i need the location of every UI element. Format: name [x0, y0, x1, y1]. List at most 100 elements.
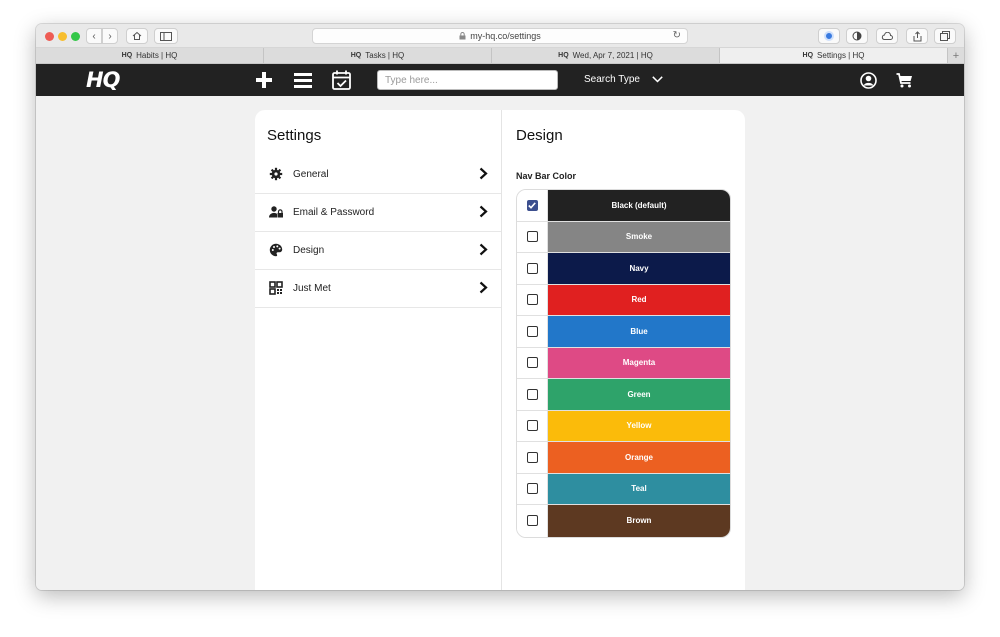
- maximize-window-button[interactable]: [71, 32, 80, 41]
- nav-bar-color-label: Nav Bar Color: [516, 171, 577, 181]
- color-swatch[interactable]: Smoke: [548, 221, 730, 252]
- color-option-row[interactable]: Smoke: [517, 221, 730, 253]
- sidebar-toggle-button[interactable]: [154, 28, 178, 44]
- color-name: Blue: [630, 326, 648, 336]
- color-checkbox[interactable]: [526, 420, 538, 432]
- calendar-button[interactable]: [331, 69, 351, 91]
- color-checkbox[interactable]: [526, 231, 538, 243]
- color-option-row[interactable]: Green: [517, 379, 730, 411]
- close-window-button[interactable]: [45, 32, 54, 41]
- color-checkbox-cell: [517, 347, 548, 378]
- color-swatch[interactable]: Magenta: [548, 347, 730, 378]
- hq-logo[interactable]: HQ: [86, 68, 120, 92]
- color-checkbox[interactable]: [526, 325, 538, 337]
- settings-title: Settings: [267, 127, 322, 144]
- hq-favicon-icon: HQ: [350, 52, 362, 59]
- color-checkbox[interactable]: [526, 262, 538, 274]
- hq-favicon-icon: HQ: [802, 52, 814, 59]
- color-checkbox-cell: [517, 473, 548, 504]
- add-button[interactable]: [256, 69, 272, 91]
- color-swatch[interactable]: Brown: [548, 505, 730, 537]
- color-swatch[interactable]: Black (default): [548, 190, 730, 221]
- menu-item-label: Design: [293, 245, 325, 256]
- reload-icon[interactable]: ↻: [673, 30, 681, 41]
- color-checkbox-cell: [517, 284, 548, 315]
- address-bar[interactable]: my-hq.co/settings ↻: [312, 28, 688, 44]
- settings-item-general[interactable]: General: [255, 156, 501, 194]
- color-checkbox[interactable]: [526, 199, 538, 211]
- browser-tab-tasks[interactable]: HQ Tasks | HQ: [264, 48, 492, 63]
- color-checkbox-cell: [517, 190, 548, 221]
- menu-icon: [294, 72, 312, 88]
- color-checkbox[interactable]: [526, 294, 538, 306]
- search-type-dropdown[interactable]: Search Type: [584, 74, 663, 85]
- new-tab-button[interactable]: +: [948, 48, 964, 63]
- password-extension-button[interactable]: [818, 28, 840, 44]
- palette-icon: [269, 243, 283, 257]
- tab-label: Habits | HQ: [136, 51, 178, 60]
- settings-card: Settings General Email & Password Design: [255, 110, 745, 590]
- browser-tab-date[interactable]: HQ Wed, Apr 7, 2021 | HQ: [492, 48, 720, 63]
- chevron-down-icon: [652, 76, 663, 83]
- color-checkbox[interactable]: [526, 451, 538, 463]
- tab-label: Wed, Apr 7, 2021 | HQ: [572, 51, 653, 60]
- forward-button[interactable]: ›: [102, 28, 118, 44]
- color-swatch[interactable]: Yellow: [548, 410, 730, 441]
- color-option-row[interactable]: Magenta: [517, 347, 730, 379]
- share-button[interactable]: [906, 28, 928, 44]
- menu-button[interactable]: [294, 69, 312, 91]
- color-checkbox-cell: [517, 221, 548, 252]
- qr-code-icon: [269, 281, 283, 295]
- minimize-window-button[interactable]: [58, 32, 67, 41]
- settings-item-design[interactable]: Design: [255, 232, 501, 270]
- color-name: Teal: [631, 484, 647, 494]
- home-icon: [132, 31, 142, 40]
- color-name: Orange: [624, 452, 653, 462]
- color-option-row[interactable]: Navy: [517, 253, 730, 285]
- color-checkbox[interactable]: [526, 515, 538, 527]
- cart-button[interactable]: [896, 69, 913, 91]
- color-checkbox[interactable]: [526, 388, 538, 400]
- url-text: my-hq.co/settings: [470, 31, 541, 41]
- lock-icon: [459, 32, 466, 40]
- settings-item-just-met[interactable]: Just Met: [255, 270, 501, 308]
- color-swatch[interactable]: Green: [548, 379, 730, 410]
- privacy-extension-button[interactable]: [846, 28, 868, 44]
- color-option-row[interactable]: Brown: [517, 505, 730, 537]
- color-checkbox[interactable]: [526, 483, 538, 495]
- hq-favicon-icon: HQ: [558, 52, 569, 59]
- color-swatch[interactable]: Red: [548, 284, 730, 315]
- color-swatch[interactable]: Blue: [548, 316, 730, 347]
- color-option-row[interactable]: Teal: [517, 473, 730, 505]
- chevron-right-icon: ›: [108, 30, 112, 42]
- hq-favicon-icon: HQ: [121, 52, 133, 59]
- cloud-button[interactable]: [876, 28, 898, 44]
- home-button[interactable]: [126, 28, 148, 44]
- design-panel: Design Nav Bar Color Black (default) Smok…: [502, 110, 745, 590]
- browser-tab-habits[interactable]: HQ Habits | HQ: [36, 48, 264, 63]
- chevron-right-icon: [479, 167, 488, 180]
- color-option-row[interactable]: Black (default): [517, 190, 730, 222]
- settings-item-email-password[interactable]: Email & Password: [255, 194, 501, 232]
- color-option-row[interactable]: Orange: [517, 442, 730, 474]
- back-button[interactable]: ‹: [86, 28, 102, 44]
- app-navbar: HQ Search Type: [36, 64, 964, 96]
- color-name: Smoke: [625, 232, 653, 242]
- color-option-row[interactable]: Red: [517, 284, 730, 316]
- design-title: Design: [516, 127, 563, 144]
- color-checkbox[interactable]: [526, 357, 538, 369]
- color-swatch[interactable]: Navy: [548, 253, 730, 284]
- browser-tab-settings[interactable]: HQ Settings | HQ: [720, 48, 948, 63]
- color-option-row[interactable]: Blue: [517, 316, 730, 348]
- color-option-row[interactable]: Yellow: [517, 410, 730, 442]
- color-swatch[interactable]: Orange: [548, 442, 730, 473]
- password-key-icon: [824, 31, 834, 41]
- tab-overview-button[interactable]: [934, 28, 956, 44]
- search-input[interactable]: [377, 70, 558, 90]
- account-button[interactable]: [860, 69, 877, 91]
- color-checkbox-cell: [517, 316, 548, 347]
- cloud-icon: [881, 32, 893, 40]
- nav-bar-color-list: Black (default) Smoke Navy Red Blue Magenta Gr…: [516, 189, 731, 538]
- color-checkbox-cell: [517, 442, 548, 473]
- color-swatch[interactable]: Teal: [548, 473, 730, 504]
